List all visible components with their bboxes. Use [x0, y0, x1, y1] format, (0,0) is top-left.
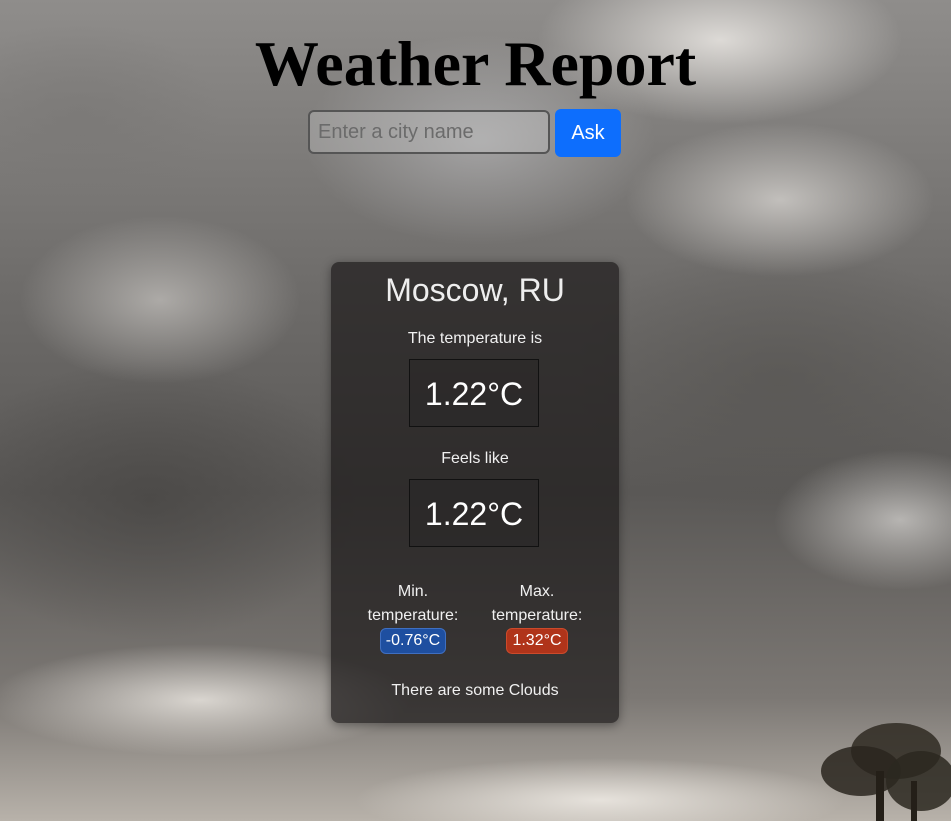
max-temperature-label: Max. temperature:: [491, 583, 583, 624]
min-temperature-badge: -0.76°C: [379, 628, 447, 654]
feels-like-value: 1.22°C: [409, 479, 539, 547]
city-search-input[interactable]: [308, 110, 550, 154]
weather-description: There are some Clouds: [391, 682, 559, 699]
feels-like-label: Feels like: [441, 450, 509, 467]
weather-card: Moscow, RU The temperature is 1.22°C Fee…: [331, 262, 619, 723]
max-temperature-block: Max. temperature: 1.32°C: [487, 580, 587, 654]
search-form: Ask: [308, 109, 621, 157]
ask-button[interactable]: Ask: [555, 109, 621, 157]
temperature-value: 1.22°C: [409, 359, 539, 427]
min-temperature-label: Min. temperature:: [367, 583, 459, 624]
temperature-label: The temperature is: [407, 330, 543, 347]
tree-silhouette-icon: [821, 723, 951, 821]
max-temperature-badge: 1.32°C: [506, 628, 568, 654]
min-temperature-block: Min. temperature: -0.76°C: [363, 580, 463, 654]
page-title: Weather Report: [254, 28, 697, 99]
city-name: Moscow, RU: [385, 272, 565, 308]
